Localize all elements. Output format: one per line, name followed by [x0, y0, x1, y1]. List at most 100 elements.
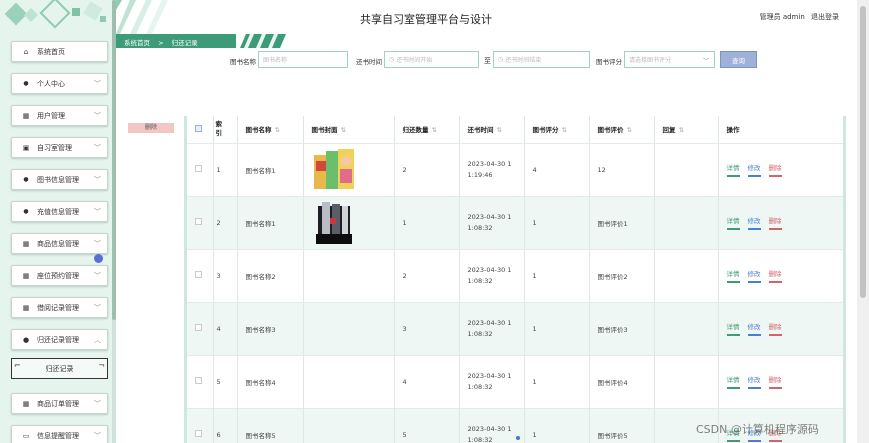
sidebar-item-12[interactable]: ▭ 信息提醒管理 ﹀ [11, 425, 108, 443]
row-checkbox-cell[interactable] [187, 143, 214, 197]
table-row[interactable]: 1 图书名称1 2 2023-04-30 1 1:19:46 4 12 详情 修改 删除 [187, 143, 843, 197]
cell-return-time: 2023-04-30 1 1:08:32 [459, 249, 525, 303]
sidebar-subitem-return-records[interactable]: ⌐ 归还记录 ¬ [11, 358, 108, 379]
edit-button[interactable]: 修改 [747, 162, 761, 177]
row-checkbox[interactable] [195, 377, 202, 384]
book-cover-image [313, 148, 354, 189]
cell-book-name: 图书名称4 [237, 355, 304, 409]
cell-reply [654, 355, 719, 409]
cell-book-name: 图书名称3 [237, 302, 304, 356]
table-row[interactable]: 4 图书名称3 3 2023-04-30 1 1:08:32 1 图书评价3 详情 修改 删除 [187, 302, 843, 356]
header-stripes-decoration [116, 0, 168, 34]
cell-book-name: 图书名称1 [237, 196, 304, 250]
row-checkbox[interactable] [195, 324, 202, 331]
clock-icon: ◷ [498, 56, 504, 63]
return-time-label: 还书时间 [356, 58, 382, 66]
sidebar-item-5[interactable]: ● 图书信息管理 ﹀ [11, 169, 108, 190]
row-checkbox-cell[interactable] [187, 302, 214, 356]
rating-select[interactable]: 请选择图书评分 ﹀ [624, 51, 715, 68]
column-header-return-time[interactable]: 还书时间 ⇅ [459, 116, 525, 144]
sidebar-item-3[interactable]: ▦ 用户管理 ﹀ [11, 105, 108, 126]
breadcrumb-separator: > [158, 39, 164, 47]
cell-index: 2 [213, 196, 238, 250]
select-all-checkbox[interactable] [195, 124, 202, 132]
sidebar-item-7[interactable]: ▦ 商品信息管理 ﹀ [11, 233, 108, 254]
rating-label: 图书评分 [596, 58, 622, 66]
row-checkbox-cell[interactable] [187, 408, 214, 443]
delete-button[interactable]: 删除 [768, 321, 782, 336]
table-row[interactable]: 5 图书名称4 4 2023-04-30 1 1:08:32 1 图书评价4 详情 修改 删除 [187, 355, 843, 409]
row-checkbox[interactable] [195, 430, 202, 437]
column-header-qty[interactable]: 归还数量 ⇅ [394, 116, 460, 144]
chevron-down-icon: ﹀ [94, 176, 101, 184]
return-records-table: 索引 图书名称 ⇅ 图书封面 ⇅ 归还数量 ⇅ 还书时间 ⇅ 图书评分 ⇅ 图书评价 ⇅ 回… [184, 116, 846, 443]
sort-icon: ⇅ [431, 126, 437, 135]
delete-button[interactable]: 删除 [768, 215, 782, 230]
cell-qty: 2 [394, 143, 460, 197]
clock-icon: ◷ [389, 56, 395, 63]
sidebar-item-8[interactable]: ▦ 座位预约管理 ﹀ [11, 265, 108, 286]
chevron-down-icon: ﹀ [94, 400, 101, 408]
table-row[interactable]: 2 图书名称1 1 2023-04-30 1 1:08:32 1 图书评价1 详情 修改 删除 [187, 196, 843, 250]
chevron-down-icon: ﹀ [94, 208, 101, 216]
book-name-input[interactable]: 图书名称 [258, 51, 348, 68]
edit-button[interactable]: 修改 [747, 215, 761, 230]
column-header-book-name[interactable]: 图书名称 ⇅ [237, 116, 304, 144]
view-details-button[interactable]: 详情 [726, 215, 740, 230]
chevron-down-icon: ﹀ [94, 80, 101, 88]
sidebar-item-4[interactable]: ▣ 自习室管理 ﹀ [11, 137, 108, 158]
view-details-button[interactable]: 详情 [726, 268, 740, 283]
range-separator: 至 [484, 57, 491, 65]
row-checkbox-cell[interactable] [187, 355, 214, 409]
cell-cover [303, 355, 395, 409]
table-row[interactable]: 3 图书名称2 2 2023-04-30 1 1:08:32 1 图书评价2 详情 修改 删除 [187, 249, 843, 303]
view-details-button[interactable]: 详情 [726, 374, 740, 389]
sidebar-item-9[interactable]: ▦ 借阅记录管理 ﹀ [11, 297, 108, 318]
cell-qty: 5 [394, 408, 460, 443]
cell-actions: 详情 修改 删除 [718, 143, 843, 197]
row-checkbox-cell[interactable] [187, 249, 214, 303]
return-time-end-input[interactable]: ◷ 还书时间结束 [493, 51, 590, 68]
sort-icon: ⇅ [274, 126, 280, 135]
sidebar-item-11[interactable]: ▦ 商品订单管理 ﹀ [11, 393, 108, 414]
column-header-rating[interactable]: 图书评分 ⇅ [524, 116, 590, 144]
cell-cover [303, 249, 395, 303]
delete-button[interactable]: 删除 [768, 374, 782, 389]
edit-button[interactable]: 修改 [747, 321, 761, 336]
sort-icon: ⇅ [561, 126, 567, 135]
sidebar-item-10[interactable]: ● 归还记录管理 ︿ [11, 329, 108, 350]
sidebar-item-6[interactable]: ● 充值信息管理 ﹀ [11, 201, 108, 222]
table-header-row: 索引 图书名称 ⇅ 图书封面 ⇅ 归还数量 ⇅ 还书时间 ⇅ 图书评分 ⇅ 图书评价 ⇅ 回… [187, 116, 843, 144]
user-label: 管理员 admin [759, 13, 805, 21]
sidebar-item-2[interactable]: ● 个人中心 ﹀ [11, 73, 108, 94]
cell-cover [303, 196, 395, 250]
view-details-button[interactable]: 详情 [726, 321, 740, 336]
row-checkbox[interactable] [195, 271, 202, 278]
return-time-start-input[interactable]: ◷ 还书时间开始 [384, 51, 479, 68]
search-button[interactable]: 查询 [720, 51, 757, 68]
row-checkbox[interactable] [195, 165, 202, 172]
cell-review: 图书评价1 [589, 196, 655, 250]
grid-icon: ▦ [22, 271, 30, 280]
row-checkbox-cell[interactable] [187, 196, 214, 250]
batch-delete-button[interactable]: 删除 [128, 123, 174, 133]
sort-icon: ⇅ [496, 126, 502, 135]
sidebar-item-1[interactable]: ⌂ 系统首页 [11, 41, 108, 62]
column-header-cover[interactable]: 图书封面 ⇅ [303, 116, 395, 144]
delete-button[interactable]: 删除 [768, 268, 782, 283]
breadcrumb-home[interactable]: 系统首页 [124, 39, 150, 47]
column-header-review[interactable]: 图书评价 ⇅ [589, 116, 655, 144]
select-all-checkbox-cell[interactable] [187, 116, 214, 144]
cell-cover [303, 302, 395, 356]
edit-button[interactable]: 修改 [747, 268, 761, 283]
edit-button[interactable]: 修改 [747, 374, 761, 389]
delete-button[interactable]: 删除 [768, 162, 782, 177]
logout-link[interactable]: 退出登录 [811, 13, 839, 21]
view-details-button[interactable]: 详情 [726, 162, 740, 177]
chevron-down-icon: ﹀ [94, 240, 101, 248]
column-header-reply[interactable]: 回复 ⇅ [654, 116, 719, 144]
page-scrollbar-thumb[interactable] [860, 6, 866, 298]
row-checkbox[interactable] [195, 218, 202, 225]
sidebar-item-label: 个人中心 [37, 79, 65, 88]
cell-actions: 详情 修改 删除 [718, 249, 843, 303]
